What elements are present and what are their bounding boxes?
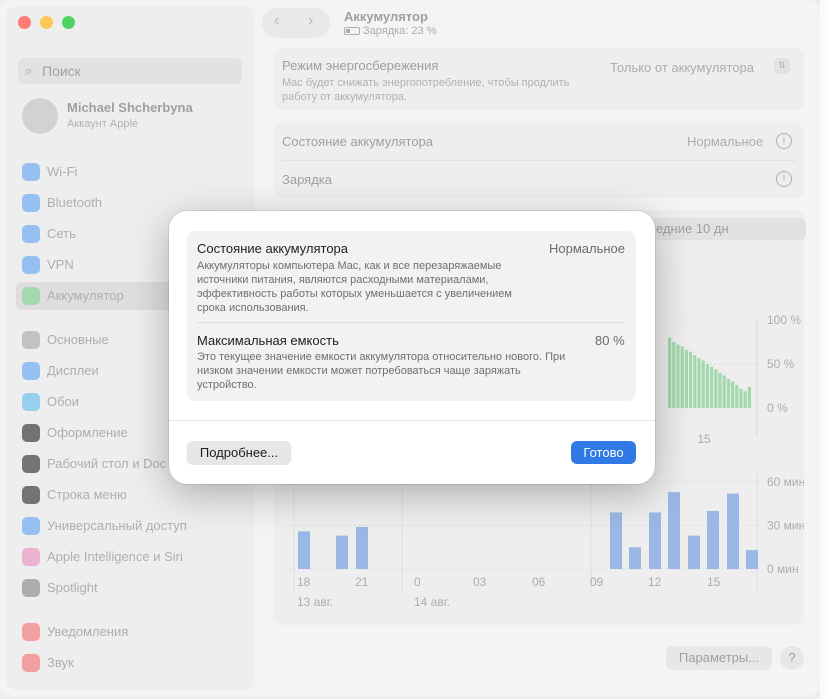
dialog-capacity-value: 80 %	[595, 333, 625, 348]
divider	[169, 420, 655, 421]
more-info-button[interactable]: Подробнее...	[187, 441, 291, 464]
dialog-capacity-title: Максимальная емкость	[197, 333, 339, 348]
dialog-info-box: Состояние аккумулятора Нормальное Аккуму…	[187, 231, 636, 401]
dialog-state-value: Нормальное	[549, 241, 626, 256]
battery-health-dialog: Состояние аккумулятора Нормальное Аккуму…	[169, 211, 655, 484]
divider	[197, 322, 626, 323]
dialog-capacity-desc: Это текущее значение емкости аккумулятор…	[197, 351, 566, 391]
dialog-state-title: Состояние аккумулятора	[197, 241, 349, 256]
done-button[interactable]: Готово	[571, 441, 636, 464]
dialog-state-desc: Аккумуляторы компьютера Mac, как и все п…	[197, 260, 512, 314]
